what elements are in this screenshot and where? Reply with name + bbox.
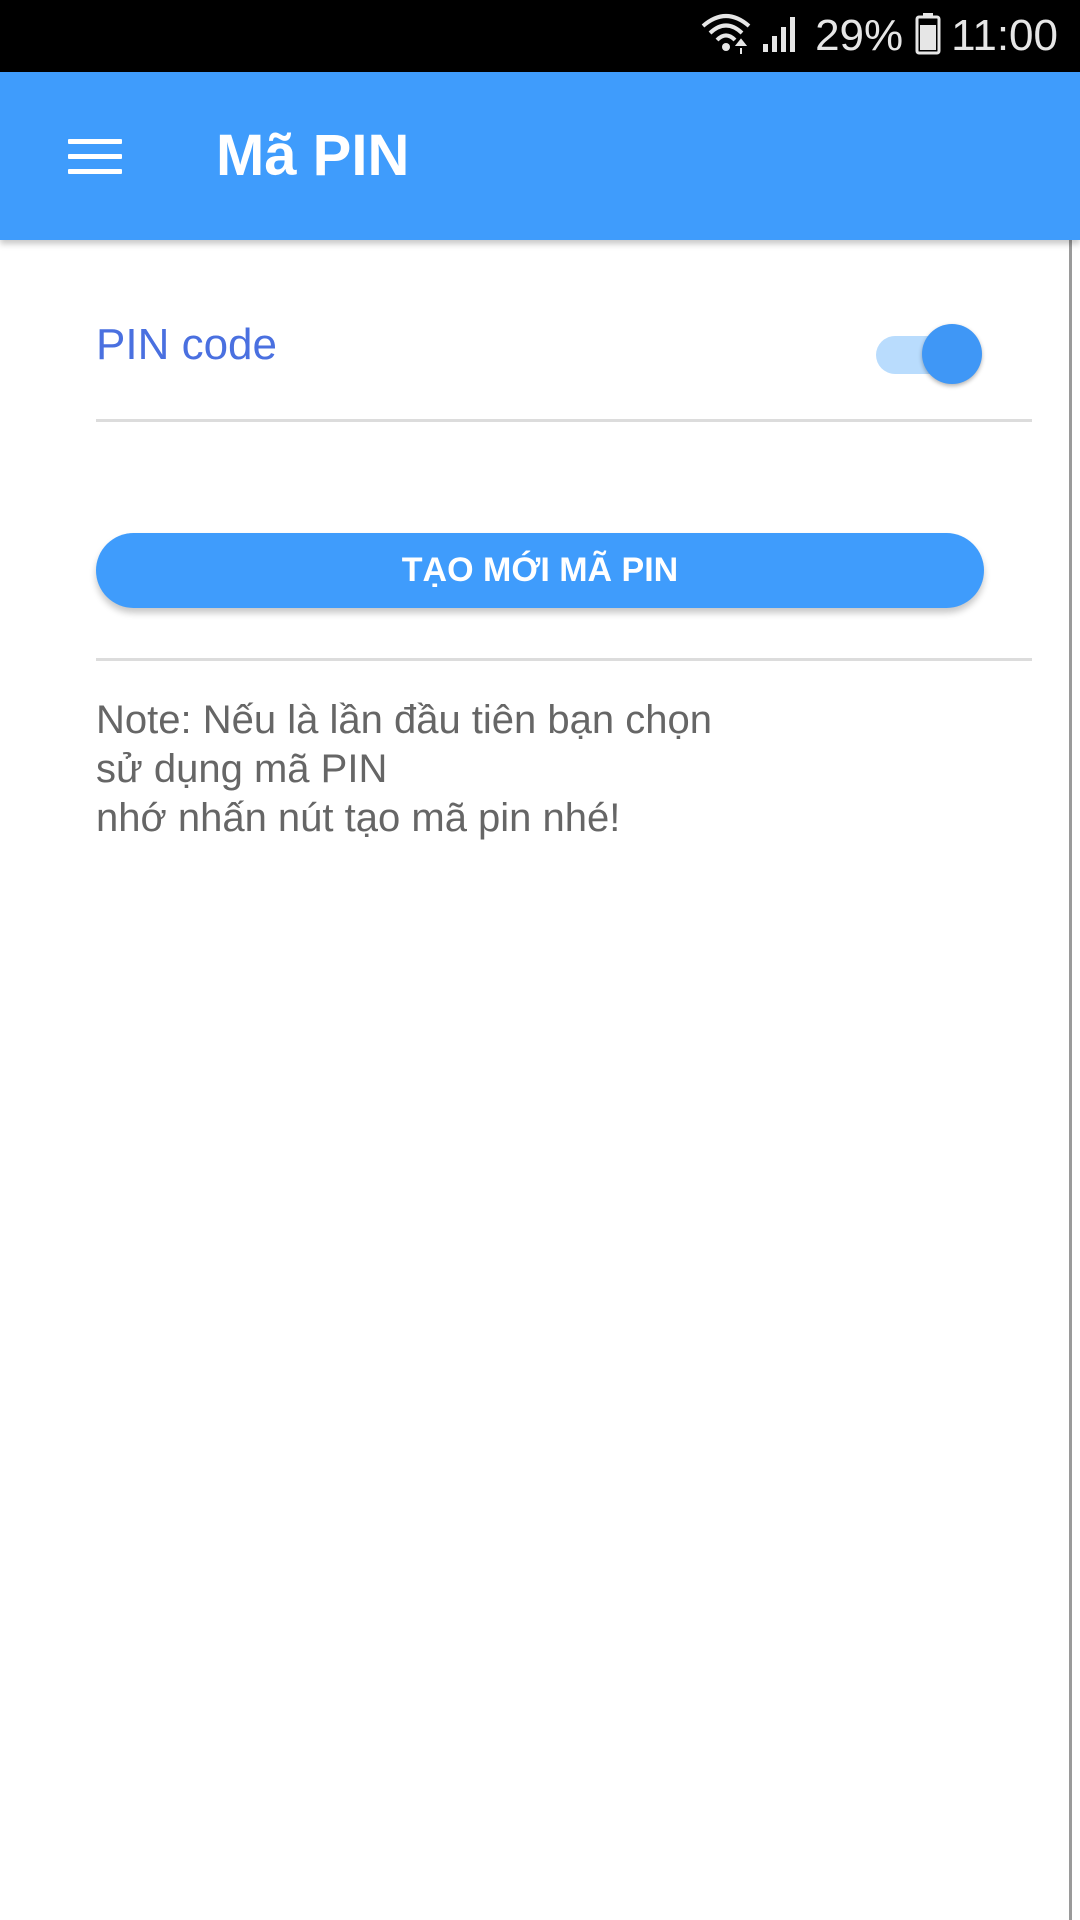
pin-code-setting-row[interactable]: PIN code bbox=[96, 296, 1032, 420]
signal-icon bbox=[761, 14, 801, 59]
page-title: Mã PIN bbox=[216, 123, 410, 188]
status-bar: 29% 11:00 bbox=[0, 0, 1080, 72]
create-pin-button[interactable]: TẠO MỚI MÃ PIN bbox=[96, 533, 984, 608]
clock: 11:00 bbox=[951, 11, 1058, 60]
note-line: sử dụng mã PIN bbox=[96, 747, 388, 791]
battery-percent: 29% bbox=[815, 11, 904, 60]
note-text: Note: Nếu là lần đầu tiên bạn chọn sử dụ… bbox=[96, 696, 996, 843]
scroll-edge bbox=[1069, 240, 1072, 1920]
pin-code-toggle[interactable] bbox=[876, 322, 986, 386]
status-indicators: 29% 11:00 bbox=[701, 0, 1058, 72]
menu-line bbox=[68, 169, 122, 174]
toggle-knob bbox=[922, 324, 982, 384]
pin-code-label: PIN code bbox=[96, 320, 277, 369]
wifi-icon bbox=[701, 12, 751, 61]
battery-icon bbox=[915, 12, 941, 60]
menu-line bbox=[68, 154, 122, 159]
divider bbox=[96, 419, 1032, 422]
menu-line bbox=[68, 139, 122, 144]
hamburger-menu-icon[interactable] bbox=[58, 124, 134, 188]
app-bar: Mã PIN bbox=[0, 72, 1080, 240]
note-line: nhớ nhấn nút tạo mã pin nhé! bbox=[96, 796, 621, 840]
divider bbox=[96, 658, 1032, 661]
note-line: Note: Nếu là lần đầu tiên bạn chọn bbox=[96, 698, 712, 742]
